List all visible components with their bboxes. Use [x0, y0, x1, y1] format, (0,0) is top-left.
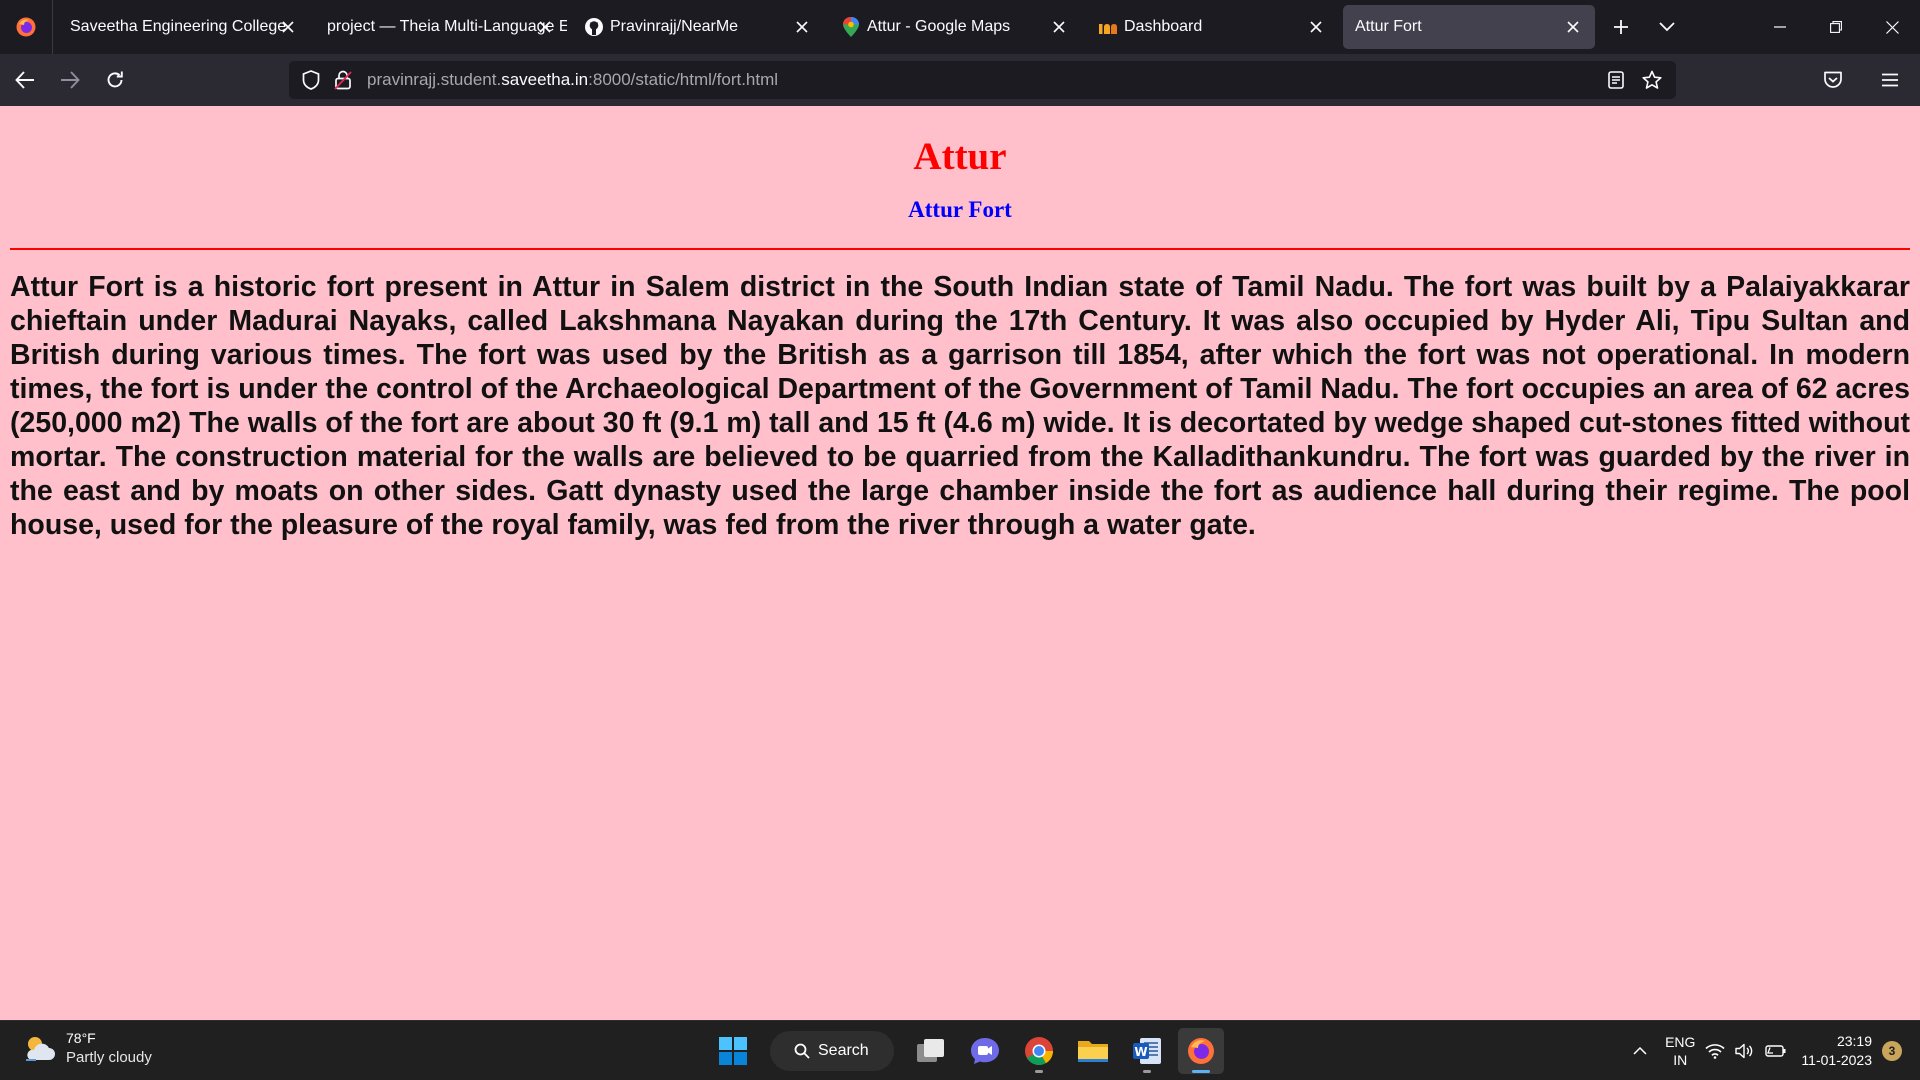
forward-arrow-icon — [61, 71, 80, 89]
volume-icon — [1735, 1043, 1753, 1059]
firefox-view-button[interactable] — [0, 0, 53, 54]
window-controls — [1752, 0, 1920, 54]
firefox-icon — [1188, 1038, 1214, 1064]
close-window-button[interactable] — [1864, 0, 1920, 54]
hamburger-menu-icon — [1882, 73, 1898, 87]
teams-chat-button[interactable] — [962, 1028, 1008, 1074]
tracking-protection-shield-icon[interactable] — [295, 64, 327, 96]
page-subheading: Attur Fort — [908, 197, 1012, 222]
close-icon[interactable] — [535, 17, 555, 37]
word-button[interactable]: W — [1124, 1028, 1170, 1074]
back-button[interactable] — [5, 60, 45, 100]
task-view-button[interactable] — [908, 1028, 954, 1074]
url-host: saveetha.in — [501, 70, 589, 89]
weather-description: Partly cloudy — [66, 1049, 152, 1066]
network-volume-battery-group[interactable] — [1705, 1043, 1787, 1059]
back-arrow-icon — [15, 71, 34, 89]
url-text[interactable]: pravinrajj.student.saveetha.in:8000/stat… — [367, 70, 778, 90]
new-tab-button[interactable] — [1601, 7, 1641, 47]
address-bar[interactable]: pravinrajj.student.saveetha.in:8000/stat… — [289, 61, 1676, 99]
forward-button[interactable] — [50, 60, 90, 100]
windows-taskbar: 78°F Partly cloudy Search W ENG IN 23:19… — [0, 1020, 1920, 1080]
close-icon — [1885, 20, 1899, 34]
tab-google-maps[interactable]: Attur - Google Maps — [829, 5, 1081, 49]
close-icon[interactable] — [792, 17, 812, 37]
horizontal-rule — [10, 248, 1910, 250]
star-icon — [1642, 70, 1662, 89]
file-explorer-icon — [1078, 1041, 1108, 1062]
tab-title: Attur Fort — [1355, 18, 1422, 35]
navigation-toolbar: pravinrajj.student.saveetha.in:8000/stat… — [0, 54, 1920, 106]
tab-title: Saveetha Engineering College — [70, 18, 287, 35]
tab-saveetha[interactable]: Saveetha Engineering College — [58, 5, 310, 49]
tab-title: project — Theia Multi-Language Example — [327, 18, 567, 35]
restore-button[interactable] — [1808, 0, 1864, 54]
file-explorer-button[interactable] — [1070, 1028, 1116, 1074]
firefox-icon — [16, 17, 36, 37]
partly-cloudy-icon — [26, 1037, 55, 1061]
input-language-indicator[interactable]: ENG IN — [1665, 1033, 1695, 1069]
insecure-lock-icon[interactable] — [327, 64, 359, 96]
weather-temperature: 78°F — [66, 1030, 96, 1046]
show-hidden-icons-button[interactable] — [1625, 1047, 1655, 1055]
reader-view-button[interactable] — [1600, 64, 1632, 96]
notification-count-badge[interactable]: 3 — [1882, 1041, 1902, 1061]
task-view-icon — [917, 1039, 944, 1062]
pocket-button[interactable] — [1813, 60, 1853, 100]
close-icon[interactable] — [278, 17, 298, 37]
windows-logo-icon — [719, 1037, 747, 1065]
taskbar-apps: Search W — [706, 1027, 1228, 1075]
bookmark-star-button[interactable] — [1636, 64, 1668, 96]
plus-icon — [1614, 20, 1628, 34]
pocket-icon — [1824, 71, 1842, 88]
dashboard-icon — [1098, 17, 1118, 37]
system-tray: ENG IN 23:19 11-01-2023 3 — [1625, 1021, 1920, 1080]
svg-text:W: W — [1134, 1045, 1147, 1059]
battery-charging-icon — [1765, 1045, 1786, 1057]
word-icon: W — [1133, 1038, 1161, 1064]
tab-github-nearme[interactable]: Pravinrajj/NearMe — [572, 5, 824, 49]
firefox-taskbar-button[interactable] — [1178, 1028, 1224, 1074]
clock-date: 11-01-2023 — [1801, 1052, 1872, 1068]
weather-widget[interactable]: 78°F Partly cloudy — [22, 1029, 152, 1067]
chrome-button[interactable] — [1016, 1028, 1062, 1074]
description-paragraph: Attur Fort is a historic fort present in… — [10, 271, 1910, 541]
close-icon[interactable] — [1306, 17, 1326, 37]
app-menu-button[interactable] — [1870, 60, 1910, 100]
minimize-button[interactable] — [1752, 0, 1808, 54]
taskbar-search-box[interactable]: Search — [770, 1031, 894, 1071]
restore-icon — [1830, 21, 1842, 33]
tab-theia-project[interactable]: project — Theia Multi-Language Example — [315, 5, 567, 49]
clock-time: 23:19 — [1836, 1033, 1872, 1049]
teams-chat-icon — [971, 1038, 999, 1064]
tab-attur-fort[interactable]: Attur Fort — [1343, 5, 1595, 49]
minimize-icon — [1774, 26, 1786, 28]
search-label: Search — [818, 1042, 869, 1059]
close-icon[interactable] — [1049, 17, 1069, 37]
chrome-icon — [1025, 1037, 1053, 1065]
reload-icon — [107, 71, 123, 88]
chevron-down-icon — [1659, 22, 1675, 32]
url-path: :8000/static/html/fort.html — [588, 70, 779, 89]
reader-view-icon — [1608, 71, 1624, 89]
github-icon — [584, 17, 604, 37]
page-heading: Attur — [913, 135, 1007, 178]
close-icon[interactable] — [1563, 17, 1583, 37]
tab-dashboard[interactable]: Dashboard — [1086, 5, 1338, 49]
tab-strip: Saveetha Engineering College project — T… — [0, 0, 1920, 54]
language-code: ENG — [1665, 1034, 1696, 1050]
region-code: IN — [1673, 1052, 1688, 1068]
reload-button[interactable] — [95, 60, 135, 100]
url-prefix: pravinrajj.student. — [367, 70, 502, 89]
list-all-tabs-button[interactable] — [1647, 7, 1687, 47]
clock[interactable]: 23:19 11-01-2023 — [1801, 1032, 1872, 1070]
search-icon — [794, 1043, 810, 1059]
start-button[interactable] — [710, 1028, 756, 1074]
wifi-icon — [1705, 1044, 1725, 1059]
maps-pin-icon — [841, 17, 861, 37]
web-page-content: Attur Attur Fort Attur Fort is a histori… — [0, 106, 1920, 1020]
chevron-up-icon — [1633, 1047, 1647, 1055]
